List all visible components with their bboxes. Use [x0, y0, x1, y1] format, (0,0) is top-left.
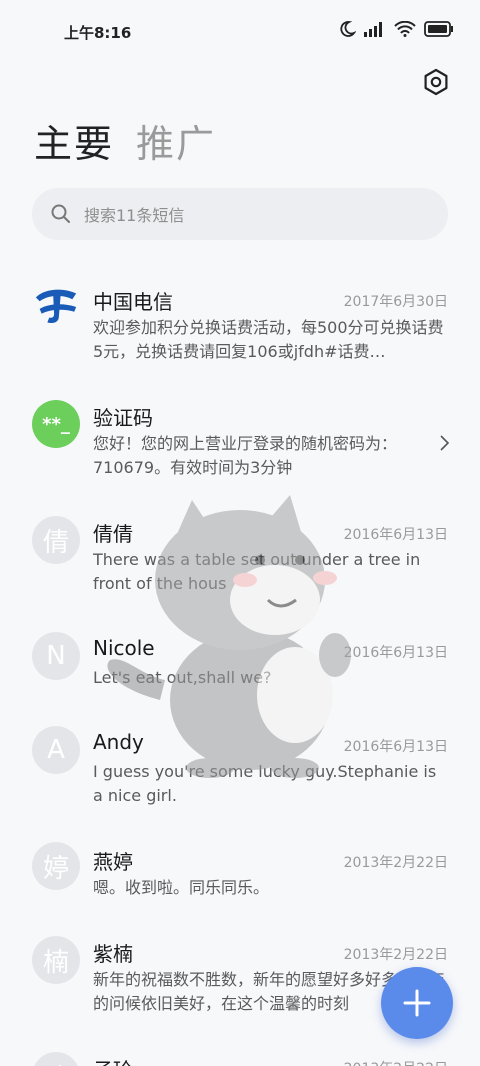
avatar-text: 楠	[42, 947, 69, 978]
chevron-right-icon[interactable]	[438, 434, 450, 452]
avatar-text: **_	[42, 413, 70, 435]
conversation-row[interactable]: N Nicole 2016年6月13日 Let's eat out,shall …	[0, 616, 480, 710]
avatar-text: 倩	[42, 527, 69, 558]
message-snippet: 嗯。收到啦。同乐同乐。	[93, 878, 270, 897]
message-date: 2016年6月13日	[343, 739, 448, 755]
avatar	[32, 282, 80, 330]
avatar: 玲	[32, 1052, 80, 1066]
avatar: **_	[32, 400, 80, 448]
message-snippet: There was a table set out under a tree i…	[93, 550, 421, 593]
contact-name: 验证码	[93, 406, 153, 430]
status-icons	[338, 20, 454, 38]
new-message-button[interactable]	[381, 967, 453, 1039]
avatar-text: 婷	[42, 853, 69, 884]
conversation-row[interactable]: 倩 倩倩 2016年6月13日 There was a table set ou…	[0, 498, 480, 616]
tab-promotions[interactable]: 推广	[136, 120, 216, 168]
folder-tabs: 主要 推广	[34, 120, 216, 168]
avatar-text: 玲	[43, 1058, 69, 1066]
message-date: 2016年6月13日	[343, 645, 448, 661]
avatar-text: A	[47, 735, 65, 765]
search-bar[interactable]: 搜索11条短信	[32, 188, 448, 240]
status-time: 上午8:16	[64, 24, 132, 42]
contact-name: 子玲	[93, 1054, 133, 1066]
moon-icon	[340, 21, 356, 37]
message-date: 2013年2月22日	[343, 855, 448, 871]
conversation-row[interactable]: 玲 子玲 2013年2月22日	[0, 1046, 480, 1066]
contact-name: Nicole	[93, 636, 155, 660]
avatar: 楠	[32, 936, 80, 984]
contact-name: 燕婷	[93, 850, 133, 874]
avatar: A	[32, 726, 80, 774]
avatar: 婷	[32, 842, 80, 890]
message-snippet: I guess you're some lucky guy.Stephanie …	[93, 762, 437, 805]
status-bar: 上午8:16	[0, 0, 480, 64]
signal-icon	[364, 22, 382, 37]
china-telecom-logo-icon	[35, 289, 77, 324]
wifi-icon	[394, 21, 416, 37]
message-date: 2013年2月22日	[344, 1058, 448, 1066]
message-date: 2013年2月22日	[343, 947, 448, 963]
conversation-row[interactable]: 婷 燕婷 2013年2月22日 嗯。收到啦。同乐同乐。	[0, 828, 480, 922]
battery-icon	[424, 21, 453, 37]
avatar: 倩	[32, 516, 80, 564]
search-placeholder: 搜索11条短信	[84, 206, 185, 225]
contact-name: Andy	[93, 730, 144, 754]
message-snippet: 欢迎参加积分兑换话费活动，每500分可兑换话费5元，兑换话费请回复106或jfd…	[93, 318, 444, 361]
plus-icon	[403, 989, 431, 1017]
message-date: 2017年6月30日	[343, 294, 448, 310]
contact-name: 中国电信	[93, 290, 173, 314]
message-snippet: Let's eat out,shall we?	[93, 668, 272, 687]
conversation-row[interactable]: A Andy 2016年6月13日 I guess you're some lu…	[0, 710, 480, 828]
contact-name: 紫楠	[93, 942, 133, 966]
gear-icon	[424, 68, 448, 96]
conversation-row[interactable]: 中国电信 2017年6月30日 欢迎参加积分兑换话费活动，每500分可兑换话费5…	[0, 262, 480, 382]
message-snippet: 您好！您的网上营业厅登录的随机密码为：710679。有效时间为3分钟	[93, 434, 398, 477]
conversation-row[interactable]: **_ 验证码 您好！您的网上营业厅登录的随机密码为：710679。有效时间为3…	[0, 382, 480, 498]
avatar: N	[32, 632, 80, 680]
search-icon	[51, 204, 70, 223]
message-date: 2016年6月13日	[343, 527, 448, 543]
tab-primary[interactable]: 主要	[34, 120, 114, 168]
contact-name: 倩倩	[93, 522, 133, 546]
avatar-text: N	[46, 641, 66, 671]
settings-button[interactable]	[422, 68, 450, 96]
